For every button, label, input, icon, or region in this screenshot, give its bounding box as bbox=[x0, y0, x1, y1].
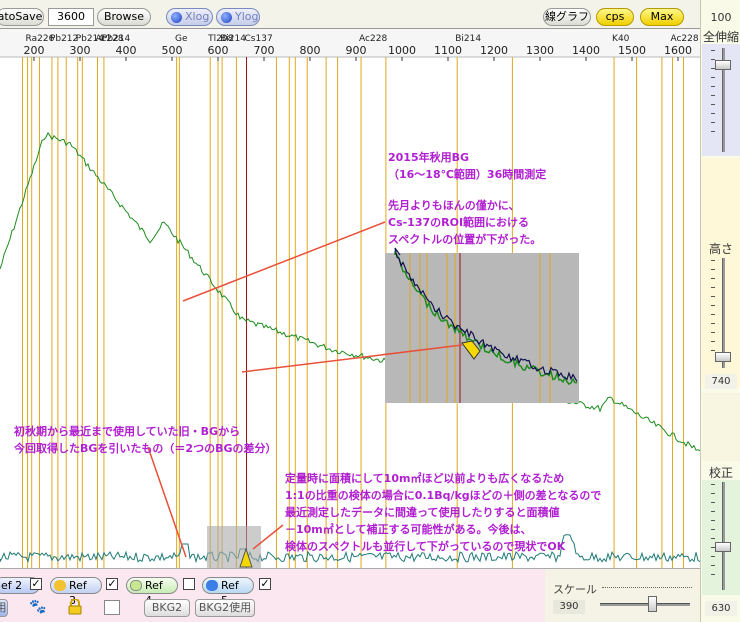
ylog-label: Ylog bbox=[235, 10, 259, 23]
ylog-radio-icon bbox=[221, 12, 232, 23]
scale-track bbox=[600, 603, 690, 606]
ref4-button[interactable]: Ref 4 bbox=[126, 577, 178, 607]
nuclide-label: Ge bbox=[175, 34, 188, 44]
shift-note-line: スペクトルの位置が下がった。 bbox=[388, 233, 542, 246]
cps-button[interactable]: cps bbox=[596, 8, 634, 26]
calib-thumb[interactable] bbox=[715, 542, 731, 552]
bottom-bar: ef 2 ✓ Ref 3 ✓ Ref 4 Ref 5 ✓ 用 🐾 BKG2 BK… bbox=[0, 568, 700, 622]
lock-svg bbox=[68, 598, 82, 615]
scale-thumb[interactable] bbox=[648, 596, 657, 612]
nuclide-label: Ac228 bbox=[359, 34, 387, 44]
max-button[interactable]: Max bbox=[640, 8, 684, 26]
xlog-radio-icon bbox=[171, 12, 182, 23]
right-control-panel: 100 全伸縮 高さ 740 校正 630 bbox=[700, 0, 740, 622]
ylog-button[interactable]: Ylog bbox=[216, 8, 260, 26]
quant-line: 検体のスペクトルも並行して下がっているので現状でOK bbox=[285, 540, 566, 553]
roi-inset-box bbox=[207, 526, 261, 569]
nuclide-label: K40 bbox=[612, 34, 630, 44]
arrow-line bbox=[147, 446, 187, 558]
calib-label: 校正 bbox=[708, 466, 733, 480]
calib-slider[interactable] bbox=[702, 480, 740, 595]
browse-button[interactable]: Browse bbox=[97, 8, 151, 26]
shift-note-line: 先月よりもほんの僅かに、 bbox=[388, 199, 520, 212]
paw-icon[interactable]: 🐾 bbox=[29, 599, 46, 615]
nuclide-label: Ac228 bbox=[670, 34, 698, 44]
nuclide-label: Bi214 bbox=[220, 34, 246, 44]
ref3-button[interactable]: Ref 3 bbox=[50, 577, 102, 607]
ref5-button[interactable]: Ref 5 bbox=[202, 577, 254, 607]
tick-label: 800 bbox=[300, 44, 321, 57]
autosave-button[interactable]: atoSave bbox=[0, 8, 44, 26]
difference-annotation: 初秋期から最近まで使用していた旧・BGから 今回取得したBGを引いたもの（＝2つ… bbox=[14, 423, 276, 457]
difference-line: 今回取得したBGを引いたもの（＝2つのBGの差分） bbox=[14, 442, 277, 455]
tick-label: 900 bbox=[346, 44, 367, 57]
height-ticks bbox=[711, 260, 715, 359]
quant-line: 最近測定したデータに間違って使用したりすると面積値 bbox=[285, 506, 560, 519]
bkg2-use-button[interactable]: BKG2使用 bbox=[195, 599, 255, 617]
tick-label: 300 bbox=[70, 44, 91, 57]
lock-icon[interactable] bbox=[68, 598, 82, 615]
shift-note-line: Cs-137のROI範囲における bbox=[388, 216, 530, 229]
nuclide-label: Cs137 bbox=[245, 34, 273, 44]
nuclide-label: Pb214 bbox=[102, 34, 131, 44]
bg-title-line: 2015年秋用BG bbox=[388, 151, 470, 164]
ref3-checkbox[interactable]: ✓ bbox=[106, 578, 118, 590]
tick-label: 1000 bbox=[388, 44, 416, 57]
ref4-checkbox[interactable] bbox=[183, 578, 195, 590]
ref2-checkbox[interactable]: ✓ bbox=[30, 578, 42, 590]
spacer bbox=[702, 393, 740, 461]
scale-label: スケール bbox=[553, 583, 597, 596]
calib-track bbox=[722, 482, 725, 590]
ref4-icon bbox=[130, 580, 142, 591]
arrow-line bbox=[182, 221, 386, 302]
top-value: 100 bbox=[710, 11, 732, 24]
height-thumb[interactable] bbox=[715, 352, 731, 362]
zoom-slider[interactable] bbox=[702, 44, 740, 156]
ref3-icon bbox=[54, 580, 66, 591]
scale-ticks bbox=[602, 587, 692, 588]
xlog-button[interactable]: Xlog bbox=[166, 8, 213, 26]
nuclide-label: Pb212 bbox=[50, 34, 78, 44]
bg-title-annotation: 2015年秋用BG （16～18℃範囲）36時間測定 bbox=[388, 149, 546, 183]
spectrum-line bbox=[0, 131, 700, 452]
bkg2-button[interactable]: BKG2 bbox=[144, 599, 190, 617]
quant-line: －10m㎡として補正する可能性がある。今後は、 bbox=[285, 523, 532, 536]
ref5-checkbox[interactable]: ✓ bbox=[259, 578, 271, 590]
tick-label: 400 bbox=[116, 44, 137, 57]
spectrum-plot[interactable]: Ra226 Pb212 Pb214 Ac228 Pb214 Ge Tl208 Bi214 Cs1… bbox=[0, 28, 700, 569]
xlog-label: Xlog bbox=[185, 10, 210, 23]
tick-label: 500 bbox=[162, 44, 183, 57]
calib-value: 630 bbox=[705, 601, 737, 616]
tick-label: 1100 bbox=[434, 44, 462, 57]
tick-label: 1300 bbox=[526, 44, 554, 57]
memo-icon[interactable] bbox=[104, 600, 120, 615]
nuclide-label: Bi214 bbox=[455, 34, 481, 44]
partial-button[interactable]: 用 bbox=[0, 599, 8, 617]
quant-line: 定量時に面積にして10m㎡ほど以前よりも広くなるため bbox=[285, 472, 565, 485]
tick-label: 1400 bbox=[572, 44, 600, 57]
shift-note-annotation: 先月よりもほんの僅かに、 Cs-137のROI範囲における スペクトルの位置が下… bbox=[388, 197, 541, 248]
tick-label: 700 bbox=[254, 44, 275, 57]
scale-value: 390 bbox=[553, 600, 585, 614]
zoom-thumb[interactable] bbox=[715, 60, 731, 70]
line-graph-button[interactable]: 線グラフ bbox=[543, 8, 591, 26]
tick-label: 600 bbox=[208, 44, 229, 57]
tick-label: 200 bbox=[24, 44, 45, 57]
tick-label: 1600 bbox=[664, 44, 692, 57]
height-slider[interactable] bbox=[702, 256, 740, 372]
quantification-annotation: 定量時に面積にして10m㎡ほど以前よりも広くなるため 1:1の比重の検体の場合に… bbox=[285, 470, 601, 555]
bg-title-line: （16～18℃範囲）36時間測定 bbox=[388, 168, 547, 181]
calib-ticks bbox=[711, 484, 715, 583]
height-value: 740 bbox=[705, 374, 737, 389]
zoom-label: 全伸縮 bbox=[702, 30, 739, 44]
tick-label: 1200 bbox=[480, 44, 508, 57]
toolbar: atoSave 3600 Browse Xlog Ylog 線グラフ cps M… bbox=[0, 0, 700, 28]
quant-line: 1:1の比重の検体の場合に0.1Bq/kgほどの＋側の差となるので bbox=[285, 489, 602, 502]
difference-line: 初秋期から最近まで使用していた旧・BGから bbox=[14, 425, 241, 438]
scale-control: スケール 390 bbox=[545, 569, 700, 622]
ref5-icon bbox=[206, 580, 218, 591]
height-label: 高さ bbox=[708, 242, 733, 256]
tick-label: 1500 bbox=[618, 44, 646, 57]
time-input[interactable]: 3600 bbox=[48, 8, 94, 26]
